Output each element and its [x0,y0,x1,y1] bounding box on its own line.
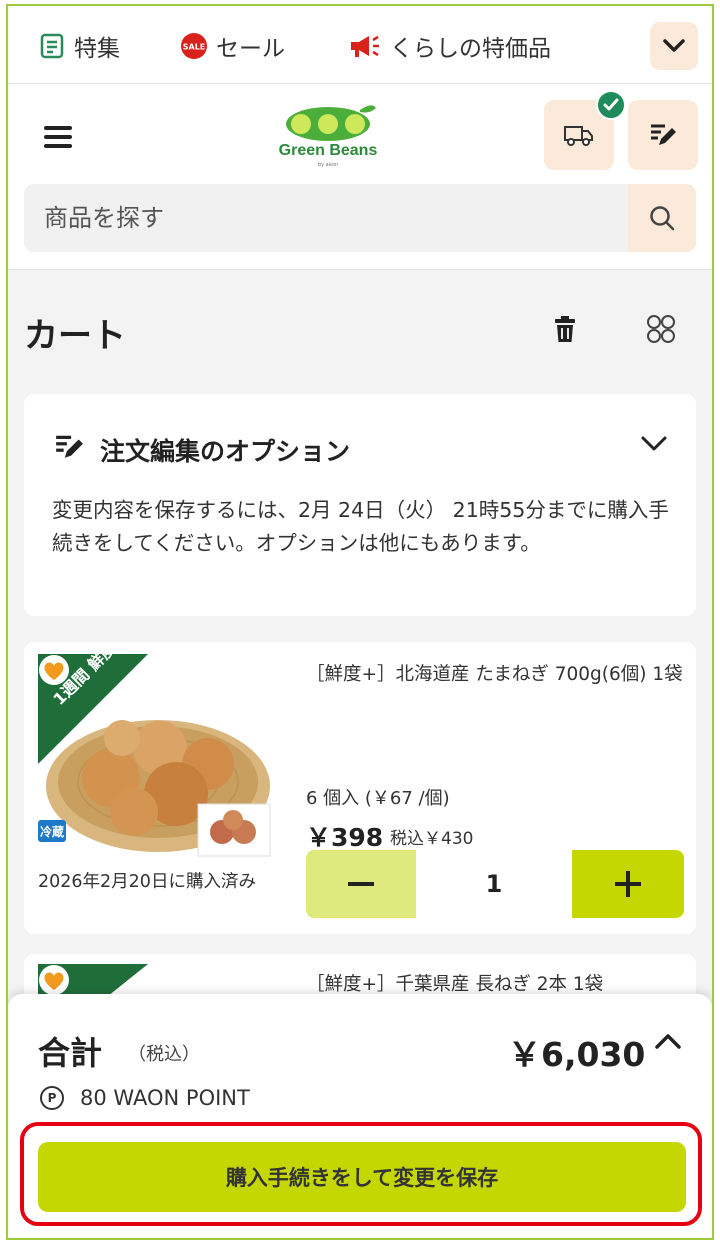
favorite-heart-icon[interactable] [38,964,74,998]
grid-icon [647,315,675,343]
search-bar [24,184,696,252]
search-button[interactable] [628,184,696,252]
search-input[interactable] [44,200,604,236]
site-header: Green Beans by aeon [8,84,712,270]
total-label: 合計 [38,1034,103,1072]
purchase-date: 2026年2月20日に購入済み [38,872,256,892]
truck-icon [564,126,593,146]
sale-badge-text: SALE [183,43,206,52]
product-price-tax: 税込￥430 [390,829,474,849]
chevron-down-icon[interactable] [640,434,668,462]
page-title: カート [24,316,126,356]
plus-icon [615,871,641,897]
order-options-description: 変更内容を保存するには、2月 24日（火） 21時55分までに購入手続きをしてく… [52,498,669,555]
total-tax-note: （税込） [128,1044,200,1065]
order-total-panel: 合計 （税込） ￥6,030 P 80 WAON POINT 購入手続きをして変… [8,994,712,1238]
menu-icon[interactable] [44,126,72,148]
product-name[interactable]: ［鮮度+］千葉県産 長ねぎ 2本 1袋 [306,970,603,996]
checkout-save-button[interactable]: 購入手続きをして変更を保存 [38,1142,686,1212]
promo-feature-label: 特集 [74,36,120,62]
edit-list-icon [651,124,676,145]
quantity-increase-button[interactable] [572,850,684,918]
document-icon [38,32,66,60]
checkmark-icon [596,90,626,120]
logo-text: Green Beans [278,142,378,159]
promo-sale-link[interactable]: SALE セール [180,30,285,62]
search-icon [650,206,675,231]
promo-feature-link[interactable]: 特集 [38,30,120,62]
logo-subtext: by aeon [317,162,339,168]
site-logo[interactable]: Green Beans by aeon [276,102,380,172]
edit-list-icon [54,432,86,464]
minus-icon [348,882,374,886]
clear-cart-button[interactable] [548,312,582,346]
promo-expand-button[interactable] [650,22,698,70]
promo-deals-link[interactable]: くらしの特価品 [348,30,551,62]
quantity-decrease-button[interactable] [306,850,416,918]
bean-logo-icon [286,105,376,141]
promo-sale-label: セール [216,36,285,62]
product-price: ￥398 [306,823,384,852]
refrigerated-label: 冷蔵 [40,824,64,839]
cart-item: 1週間 鮮度保証 冷蔵 ［鮮度+］北海道産 たまねぎ 700g(6個) 1袋 6… [24,642,696,934]
promo-deals-label: くらしの特価品 [390,36,551,62]
chevron-down-icon [663,39,685,52]
product-unit-price: 6 個入 (￥67 /個) [306,788,450,809]
trash-icon [555,316,575,342]
quantity-value: 1 [485,870,503,898]
waon-points: 80 WAON POINT [80,1086,250,1110]
sale-icon: SALE [180,32,208,60]
megaphone-icon [348,32,382,60]
point-icon: P [40,1086,64,1110]
product-image[interactable]: 1週間 鮮度保証 冷蔵 [38,654,278,860]
product-name[interactable]: ［鮮度+］北海道産 たまねぎ 700g(6個) 1袋 [306,660,686,690]
chevron-up-icon[interactable] [654,1032,682,1060]
total-amount: ￥6,030 [508,1035,646,1074]
app-frame: 特集 SALE セール くらしの特価品 Green Beans by aeon … [6,4,714,1240]
promo-bar: 特集 SALE セール くらしの特価品 [8,6,712,84]
grid-view-button[interactable] [644,312,678,346]
order-options-title[interactable]: 注文編集のオプション [100,432,350,468]
order-edit-button[interactable] [628,100,698,170]
favorite-heart-icon[interactable] [38,654,74,688]
order-options-panel: 注文編集のオプション 変更内容を保存するには、2月 24日（火） 21時55分ま… [24,394,696,616]
